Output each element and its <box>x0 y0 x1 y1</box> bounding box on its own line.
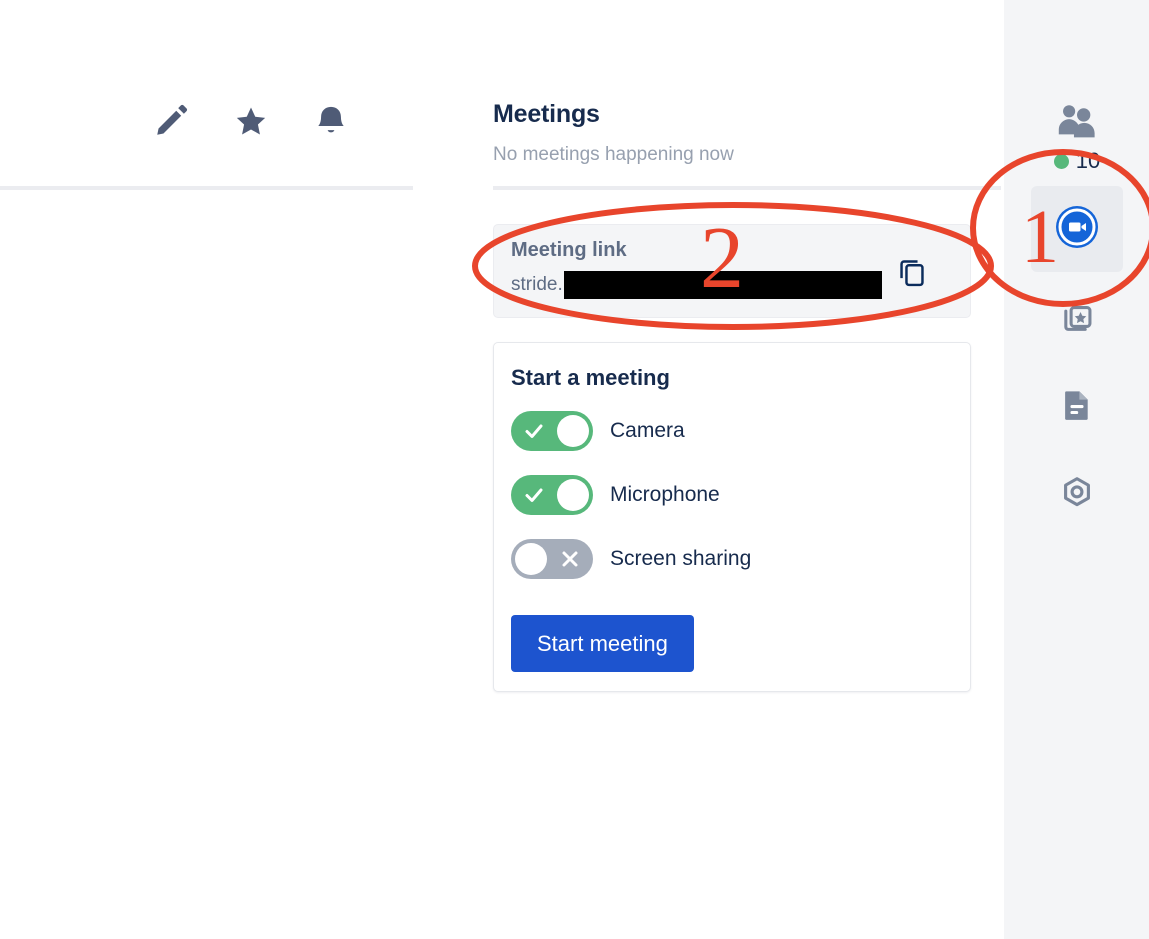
toggle-knob <box>557 479 589 511</box>
check-icon <box>515 475 553 515</box>
start-meeting-button[interactable]: Start meeting <box>511 615 694 672</box>
video-camera-icon <box>1054 204 1100 255</box>
online-status-dot <box>1053 153 1069 169</box>
edit-pencil-icon[interactable] <box>150 100 192 142</box>
screen-sharing-toggle[interactable] <box>511 539 593 579</box>
meeting-link-url: stride. <box>511 271 882 299</box>
meetings-panel: Meetings No meetings happening now Meeti… <box>493 0 1001 939</box>
toggle-knob <box>515 543 547 575</box>
toolbar-icon-group <box>150 100 352 142</box>
sidebar-item-settings[interactable] <box>1031 464 1123 526</box>
page-subtitle: No meetings happening now <box>493 144 734 165</box>
camera-label: Camera <box>610 419 685 442</box>
camera-toggle[interactable] <box>511 411 593 451</box>
toggle-row-screen-sharing[interactable]: Screen sharing <box>511 539 751 579</box>
panel-divider <box>493 186 1001 190</box>
meeting-link-card[interactable]: Meeting link stride. <box>493 224 971 318</box>
microphone-label: Microphone <box>610 483 720 506</box>
start-meeting-card: Start a meeting Camera Microphone Screen… <box>493 342 971 692</box>
sidebar-item-people[interactable]: 10 <box>1031 96 1123 182</box>
check-icon <box>515 411 553 451</box>
sidebar-item-meetings[interactable] <box>1031 186 1123 272</box>
page-title: Meetings <box>493 100 600 128</box>
toggle-row-microphone[interactable]: Microphone <box>511 475 751 515</box>
copy-icon[interactable] <box>897 256 927 288</box>
meeting-options-list: Camera Microphone Screen sharing <box>511 411 751 579</box>
sidebar-item-apps[interactable] <box>1031 288 1123 350</box>
people-count-text: 10 <box>1075 148 1101 173</box>
bell-icon[interactable] <box>310 100 352 142</box>
settings-hexagon-icon <box>1058 474 1096 517</box>
star-icon[interactable] <box>230 100 272 142</box>
toggle-knob <box>557 415 589 447</box>
toolbar-divider <box>0 186 413 190</box>
right-sidebar: 10 <box>1004 0 1149 939</box>
app-root: Meetings No meetings happening now Meeti… <box>0 0 1149 939</box>
close-icon <box>551 539 589 579</box>
people-online-count: 10 <box>1053 148 1101 174</box>
microphone-toggle[interactable] <box>511 475 593 515</box>
apps-cards-icon <box>1057 297 1097 342</box>
start-meeting-title: Start a meeting <box>511 365 670 390</box>
document-icon <box>1058 386 1096 429</box>
meeting-link-url-prefix: stride. <box>511 274 563 295</box>
left-toolbar <box>0 0 414 190</box>
people-icon <box>1056 104 1098 143</box>
meeting-link-label: Meeting link <box>511 239 627 261</box>
meeting-link-redaction-bar <box>563 271 882 299</box>
sidebar-item-files[interactable] <box>1031 376 1123 438</box>
screen-sharing-label: Screen sharing <box>610 547 752 570</box>
toggle-row-camera[interactable]: Camera <box>511 411 751 451</box>
